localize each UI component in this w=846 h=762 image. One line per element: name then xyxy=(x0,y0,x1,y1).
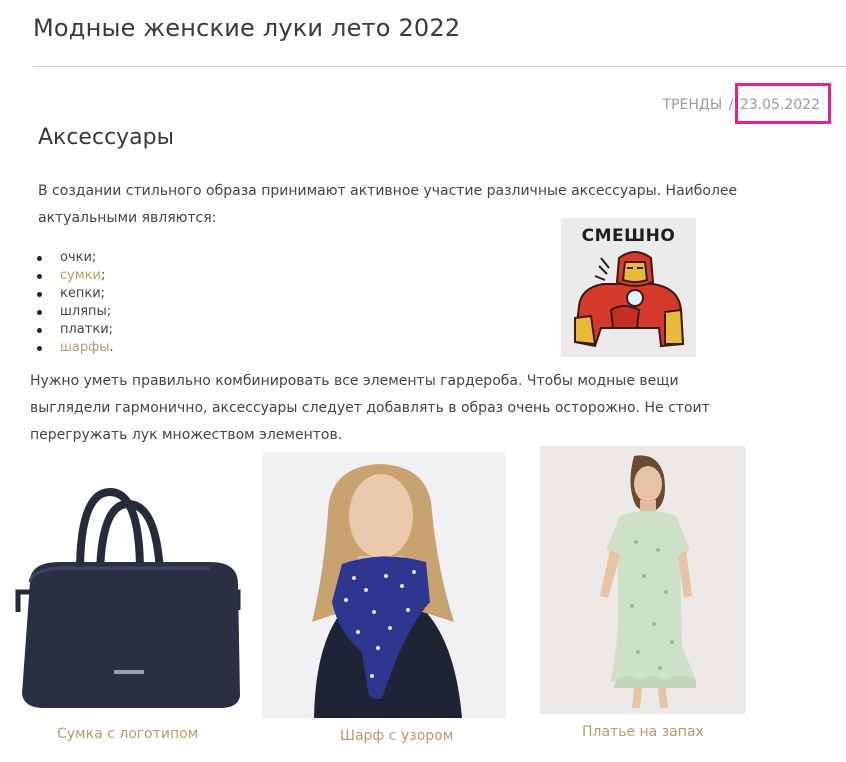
meta-separator: / xyxy=(728,97,734,113)
section-heading: Аксессуары xyxy=(38,125,174,150)
product-caption[interactable]: Платье на запах xyxy=(582,724,704,740)
page-title: Модные женские луки лето 2022 xyxy=(33,14,461,42)
product-card[interactable]: Шарф с узором xyxy=(262,452,506,748)
list-item: шляпы; xyxy=(37,303,114,321)
accessory-link[interactable]: сумки xyxy=(60,268,101,283)
category-link[interactable]: ТРЕНДЫ xyxy=(663,97,723,113)
handbag-image[interactable] xyxy=(10,452,250,712)
list-item: кепки; xyxy=(37,285,114,303)
wrap-dress-model-image[interactable] xyxy=(540,446,746,714)
list-item: платки; xyxy=(37,322,114,337)
accessories-list: очки; сумки; кепки; шляпы; платки; шарфы… xyxy=(37,249,114,357)
body-paragraph: Нужно уметь правильно комбинировать все … xyxy=(30,373,710,443)
list-item: шарфы. xyxy=(37,340,114,355)
product-caption[interactable]: Сумка с логотипом xyxy=(57,726,198,742)
iron-man-sticker-icon xyxy=(573,251,685,348)
accessory-label: шляпы xyxy=(60,304,107,319)
list-item: сумки; xyxy=(37,267,114,285)
accessory-label: платки xyxy=(60,322,109,337)
product-caption[interactable]: Шарф с узором xyxy=(340,728,453,744)
scarf-model-image[interactable] xyxy=(262,452,506,718)
sticker-image: СМЕШНО xyxy=(561,218,696,357)
date-highlight-box xyxy=(735,83,831,124)
list-item: очки; xyxy=(37,249,114,267)
accessory-link[interactable]: шарфы xyxy=(60,340,110,355)
product-card[interactable]: Платье на запах xyxy=(540,446,746,746)
title-divider xyxy=(33,66,846,67)
accessory-label: очки xyxy=(60,250,92,265)
product-card[interactable]: Сумка с логотипом xyxy=(10,452,250,748)
accessory-label: кепки xyxy=(60,286,101,301)
